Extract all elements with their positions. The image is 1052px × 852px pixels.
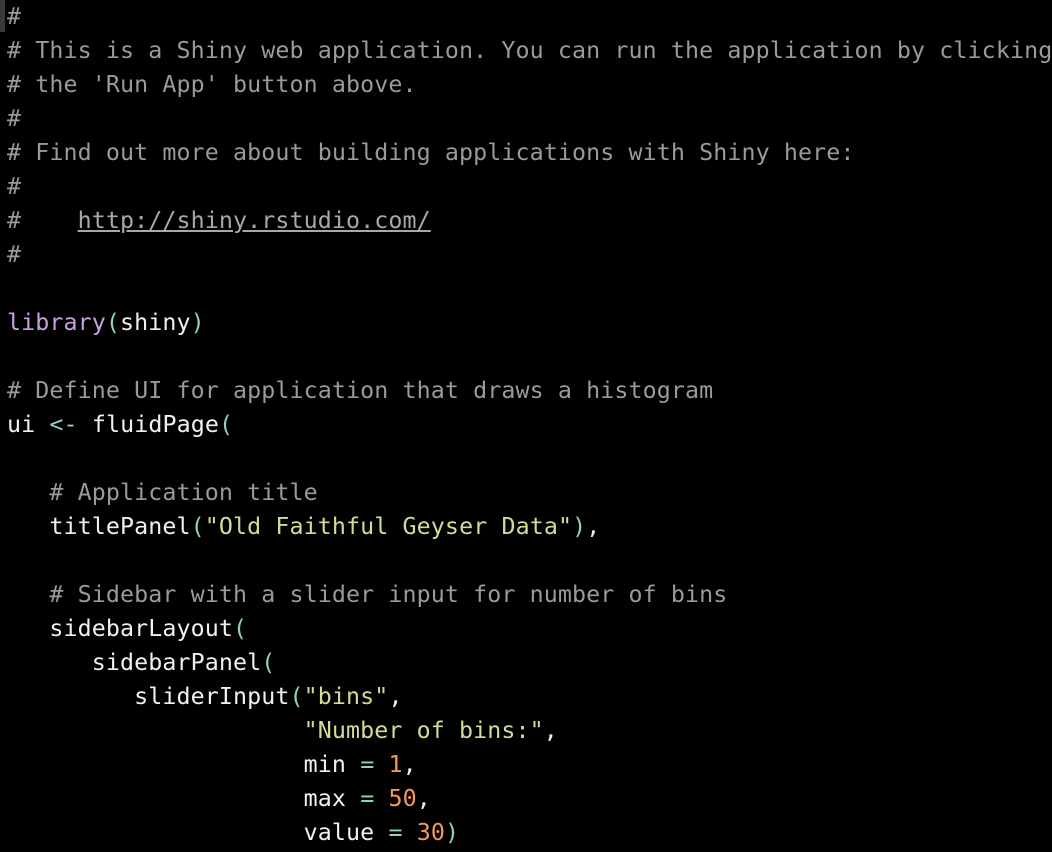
comment: # — [7, 207, 78, 234]
identifier: value — [303, 819, 375, 846]
function-name: sidebarLayout — [49, 615, 234, 642]
function-name: sliderInput — [134, 683, 290, 710]
comment: # Application title — [49, 479, 318, 506]
code-line: # — [7, 238, 1052, 272]
punctuation: , — [543, 717, 558, 744]
code-line: # — [7, 102, 1052, 136]
punctuation: , — [586, 513, 601, 540]
code-editor[interactable]: # # This is a Shiny web application. You… — [0, 0, 1052, 852]
comment: # — [7, 173, 22, 200]
assignment-operator: <- — [49, 411, 78, 438]
comment: # Define UI for application that draws a… — [7, 377, 714, 404]
comment: # — [7, 241, 22, 268]
function-name: sidebarPanel — [91, 649, 262, 676]
number-literal: 1 — [388, 751, 403, 778]
identifier: ui — [7, 411, 36, 438]
number-literal: 50 — [388, 785, 417, 812]
identifier: shiny — [120, 309, 191, 336]
function-name: titlePanel — [49, 513, 191, 540]
code-line: # Define UI for application that draws a… — [7, 374, 1052, 408]
text-cursor — [0, 0, 5, 32]
equals-operator: = — [360, 751, 375, 778]
identifier: min — [303, 751, 347, 778]
string-literal: "Old Faithful Geyser Data" — [204, 513, 573, 540]
code-line: sliderInput("bins", — [7, 680, 1052, 714]
code-line: sidebarPanel( — [7, 646, 1052, 680]
punctuation: , — [402, 751, 417, 778]
comment: # This is a Shiny web application. You c… — [7, 37, 1052, 64]
code-line: # Find out more about building applicati… — [7, 136, 1052, 170]
comment: # Sidebar with a slider input for number… — [49, 581, 728, 608]
code-line: # Sidebar with a slider input for number… — [7, 578, 1052, 612]
function-name: library — [7, 309, 106, 336]
code-line: # http://shiny.rstudio.com/ — [7, 204, 1052, 238]
code-line: sidebarLayout( — [7, 612, 1052, 646]
paren: ) — [444, 819, 460, 846]
comment: # the 'Run App' button above. — [7, 71, 417, 98]
shiny-url-link[interactable]: http://shiny.rstudio.com/ — [78, 207, 431, 234]
code-line: # — [7, 0, 1052, 34]
code-line: max = 50, — [7, 782, 1052, 816]
paren: ( — [261, 649, 276, 676]
code-line: # the 'Run App' button above. — [7, 68, 1052, 102]
paren: ( — [190, 513, 205, 540]
paren: ( — [289, 683, 304, 710]
paren: ( — [233, 615, 248, 642]
code-line: # This is a Shiny web application. You c… — [7, 34, 1052, 68]
string-literal: "bins" — [303, 683, 389, 710]
comment: # — [7, 105, 22, 132]
paren: ) — [572, 513, 587, 540]
equals-operator: = — [388, 819, 403, 846]
code-line: titlePanel("Old Faithful Geyser Data"), — [7, 510, 1052, 544]
punctuation: , — [416, 785, 431, 812]
code-line: value = 30) — [7, 816, 1052, 850]
code-line: library(shiny) — [7, 306, 1052, 340]
code-line: # Application title — [7, 476, 1052, 510]
identifier: max — [303, 785, 347, 812]
code-line: "Number of bins:", — [7, 714, 1052, 748]
code-lines: # # This is a Shiny web application. You… — [7, 0, 1052, 850]
string-literal: "Number of bins:" — [303, 717, 544, 744]
function-name: fluidPage — [91, 411, 219, 438]
paren: ) — [190, 309, 205, 336]
code-line: min = 1, — [7, 748, 1052, 782]
comment: # — [7, 3, 22, 30]
code-line: ui <- fluidPage( — [7, 408, 1052, 442]
paren: ( — [218, 411, 234, 438]
code-line: # — [7, 170, 1052, 204]
comment: # Find out more about building applicati… — [7, 139, 855, 166]
number-literal: 30 — [416, 819, 445, 846]
equals-operator: = — [360, 785, 375, 812]
paren: ( — [105, 309, 121, 336]
punctuation: , — [388, 683, 403, 710]
